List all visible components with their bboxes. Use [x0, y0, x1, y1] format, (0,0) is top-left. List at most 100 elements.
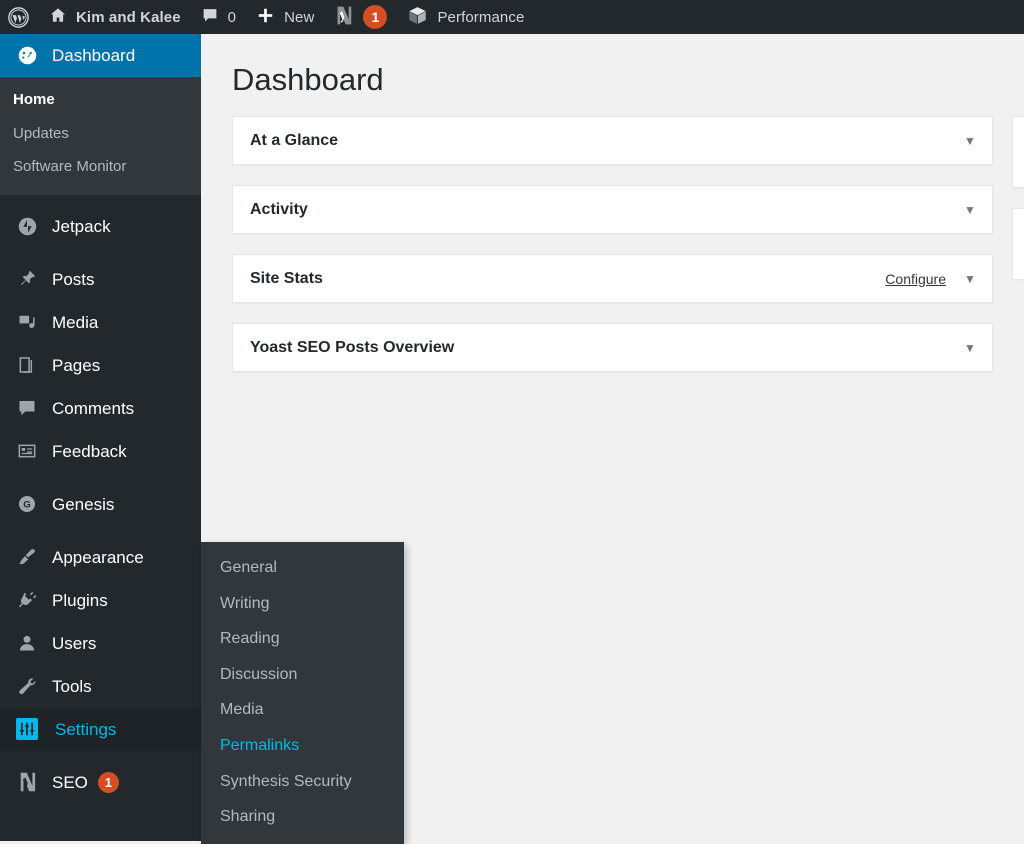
plug-icon — [13, 586, 41, 614]
adminbar-performance-label: Performance — [437, 8, 525, 26]
chevron-down-icon[interactable]: ▼ — [960, 131, 980, 151]
cube-icon — [407, 5, 428, 30]
sidebar-item-appearance-label: Appearance — [52, 547, 144, 567]
sidebar-item-comments[interactable]: Comments — [0, 387, 201, 430]
sidebar-item-users[interactable]: Users — [0, 622, 201, 665]
sidebar-item-dashboard-label: Dashboard — [52, 46, 136, 65]
sidebar-item-seo[interactable]: SEO 1 — [0, 761, 201, 804]
menu-separator-3 — [0, 472, 201, 483]
adminbar-site-name[interactable]: Kim and Kalee — [39, 0, 191, 34]
comment-icon — [13, 394, 41, 422]
widget-yoast-seo-posts-overview-header[interactable]: Yoast SEO Posts Overview ▼ — [233, 324, 992, 371]
admin-sidebar-menu: Dashboard Home Updates Software Monitor … — [0, 34, 209, 841]
widget-site-stats-title: Site Stats — [250, 269, 323, 287]
flyout-item-discussion[interactable]: Discussion — [201, 657, 404, 693]
page-title: Dashboard — [232, 62, 384, 97]
sidebar-item-plugins-label: Plugins — [52, 590, 108, 610]
sidebar-item-posts[interactable]: Posts — [0, 258, 201, 301]
adminbar-new-label: New — [284, 8, 315, 26]
adminbar-comments-count: 0 — [227, 8, 237, 26]
sidebar-item-pages[interactable]: Pages — [0, 344, 201, 387]
feedback-icon — [13, 437, 41, 465]
adminbar-yoast-seo[interactable]: 1 — [324, 0, 397, 34]
adminbar-wp-logo[interactable] — [0, 0, 39, 34]
sidebar-item-tools[interactable]: Tools — [0, 665, 201, 708]
home-icon — [49, 6, 67, 28]
sidebar-item-appearance[interactable]: Appearance — [0, 536, 201, 579]
adminbar-performance[interactable]: Performance — [397, 0, 534, 34]
sidebar-item-seo-label: SEO — [52, 772, 88, 792]
sidebar-item-jetpack-label: Jetpack — [52, 216, 111, 236]
menu-separator-1 — [0, 194, 201, 205]
dashboard-column-secondary — [1012, 116, 1024, 300]
widget-activity[interactable]: Activity ▼ — [232, 185, 993, 235]
widget-activity-actions: ▼ — [960, 200, 980, 220]
sidebar-item-genesis[interactable]: G Genesis — [0, 483, 201, 526]
admin-bar: Kim and Kalee 0 New 1 Performance — [0, 0, 1024, 34]
submenu-item-updates[interactable]: Updates — [0, 118, 201, 152]
sidebar-item-pages-label: Pages — [52, 355, 101, 375]
chevron-down-icon[interactable]: ▼ — [960, 338, 980, 358]
submenu-item-home[interactable]: Home — [0, 84, 201, 118]
plus-icon — [256, 6, 275, 29]
sidebar-item-feedback[interactable]: Feedback — [0, 430, 201, 473]
adminbar-new-content[interactable]: New — [246, 0, 324, 34]
flyout-item-writing[interactable]: Writing — [201, 586, 404, 622]
dashboard-gauge-icon — [13, 42, 41, 70]
sidebar-item-posts-label: Posts — [52, 269, 95, 289]
configure-link[interactable]: Configure — [885, 271, 946, 287]
widget-secondary-2[interactable] — [1012, 208, 1024, 281]
sidebar-item-jetpack[interactable]: Jetpack — [0, 205, 201, 248]
menu-separator-5 — [0, 750, 201, 761]
menu-separator-4 — [0, 525, 201, 536]
widget-activity-title: Activity — [250, 200, 308, 218]
yoast-logo-icon — [334, 5, 354, 30]
submenu-item-software-monitor[interactable]: Software Monitor — [0, 151, 201, 185]
sidebar-item-plugins[interactable]: Plugins — [0, 579, 201, 622]
widget-site-stats-header[interactable]: Site Stats Configure ▼ — [233, 255, 992, 302]
jetpack-icon — [13, 212, 41, 240]
flyout-item-general[interactable]: General — [201, 550, 404, 586]
flyout-item-sharing[interactable]: Sharing — [201, 799, 404, 835]
adminbar-site-name-label: Kim and Kalee — [76, 8, 181, 26]
genesis-g-icon: G — [13, 490, 41, 518]
flyout-item-reading[interactable]: Reading — [201, 621, 404, 657]
dashboard-submenu: Home Updates Software Monitor — [0, 77, 201, 195]
dashboard-widget-columns: At a Glance ▼ Activity ▼ Site Stats Conf… — [201, 116, 1024, 392]
widget-secondary-1[interactable] — [1012, 116, 1024, 189]
menu-separator-2 — [0, 247, 201, 258]
flyout-item-synthesis-security[interactable]: Synthesis Security — [201, 764, 404, 800]
flyout-item-media[interactable]: Media — [201, 692, 404, 728]
widget-yoast-seo-posts-overview[interactable]: Yoast SEO Posts Overview ▼ — [232, 323, 993, 373]
flyout-item-permalinks[interactable]: Permalinks — [201, 728, 404, 764]
settings-flyout-submenu: General Writing Reading Discussion Media… — [201, 542, 404, 844]
chevron-down-icon[interactable]: ▼ — [960, 269, 980, 289]
sidebar-item-dashboard[interactable]: Dashboard — [0, 34, 209, 77]
widget-yoast-seo-posts-overview-title: Yoast SEO Posts Overview — [250, 338, 455, 356]
dashboard-column-primary: At a Glance ▼ Activity ▼ Site Stats Conf… — [232, 116, 993, 392]
pin-icon — [13, 265, 41, 293]
svg-text:G: G — [23, 500, 30, 511]
sidebar-item-comments-label: Comments — [52, 398, 135, 418]
widget-at-a-glance[interactable]: At a Glance ▼ — [232, 116, 993, 166]
adminbar-comments[interactable]: 0 — [191, 0, 246, 34]
wrench-icon — [13, 672, 41, 700]
widget-at-a-glance-actions: ▼ — [960, 131, 980, 151]
sidebar-item-media[interactable]: Media — [0, 301, 201, 344]
widget-at-a-glance-header[interactable]: At a Glance ▼ — [233, 117, 992, 164]
yoast-logo-icon — [13, 768, 41, 796]
sidebar-item-users-label: Users — [52, 633, 97, 653]
widget-activity-header[interactable]: Activity ▼ — [233, 186, 992, 233]
media-icon — [13, 308, 41, 336]
sidebar-item-settings[interactable]: Settings — [0, 707, 209, 751]
sidebar-item-feedback-label: Feedback — [52, 441, 127, 461]
sidebar-item-media-label: Media — [52, 312, 99, 332]
widget-yoast-seo-posts-overview-actions: ▼ — [960, 338, 980, 358]
wordpress-logo-icon — [8, 6, 29, 28]
pages-icon — [13, 351, 41, 379]
chevron-down-icon[interactable]: ▼ — [960, 200, 980, 220]
widget-site-stats[interactable]: Site Stats Configure ▼ — [232, 254, 993, 304]
comment-icon — [201, 7, 219, 28]
sidebar-item-tools-label: Tools — [52, 676, 92, 696]
widget-at-a-glance-title: At a Glance — [250, 131, 339, 149]
